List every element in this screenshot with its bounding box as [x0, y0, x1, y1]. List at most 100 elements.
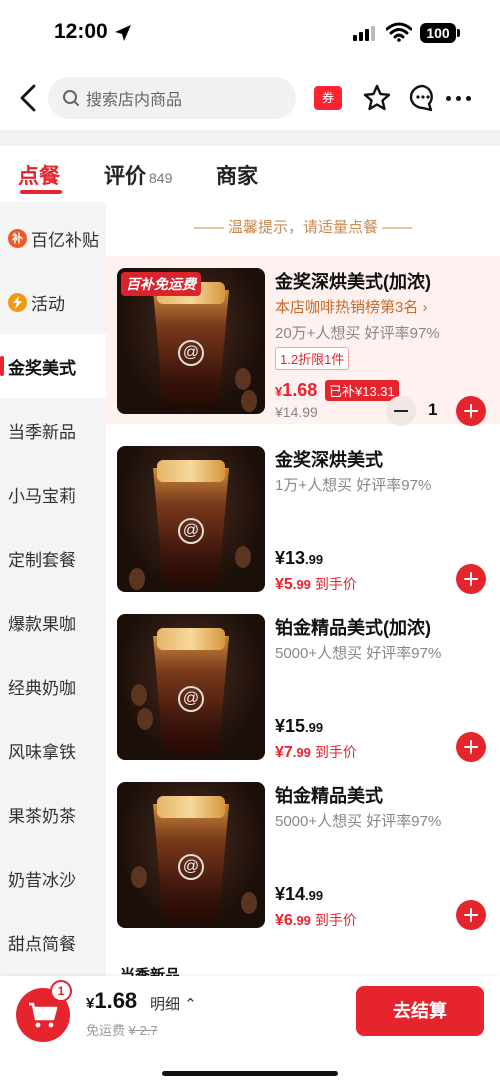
sidebar-item-label: 奶昔冰沙 — [8, 870, 76, 890]
coffee-bean-icon — [235, 546, 251, 568]
price-dec: .99 — [305, 888, 324, 903]
sidebar-item-gold-americano[interactable]: 金奖美式 — [0, 334, 106, 398]
status-time: 12:00 — [54, 20, 108, 43]
subsidy-tag: 已补¥13.31 — [325, 380, 399, 401]
coupon-icon[interactable]: 券 — [314, 86, 342, 110]
category-sidebar: 补 百亿补贴 活动 金奖美式 当季新品 小马宝莉 定制套餐 爆款果咖 经典奶咖 … — [0, 202, 106, 976]
shopping-cart-icon — [29, 1002, 58, 1028]
tab-reviews[interactable]: 评价 849 — [104, 160, 172, 190]
product-card[interactable]: @ 铂金精品美式(加浓) 5000+人想买 好评率97% ¥15.99 ¥7.9… — [106, 602, 500, 770]
product-image: @ — [117, 614, 265, 760]
sidebar-item-label: 百亿补贴 — [31, 230, 99, 250]
top-nav: 搜索店内商品 券 — [0, 66, 500, 130]
subsidy-badge-icon: 补 — [8, 228, 27, 248]
final-price-int: ¥5 — [275, 576, 293, 593]
final-price-dec: .99 — [292, 745, 311, 760]
product-card[interactable]: @ 百补免运费 金奖深烘美式(加浓) 本店咖啡热销榜第3名 › 20万+人想买 … — [106, 256, 500, 426]
sidebar-item-label: 小马宝莉 — [8, 486, 76, 506]
total-value: 1.68 — [94, 988, 138, 1013]
final-price-suffix: 到手价 — [314, 744, 357, 760]
add-to-cart-button[interactable] — [456, 564, 486, 594]
product-stats: 20万+人想买 好评率97% — [275, 325, 440, 342]
sidebar-item-label: 当季新品 — [8, 422, 76, 442]
sidebar-item-label: 爆款果咖 — [8, 614, 76, 634]
tab-merchant[interactable]: 商家 — [216, 160, 258, 190]
search-placeholder: 搜索店内商品 — [86, 92, 183, 109]
product-image: @ — [117, 446, 265, 592]
sidebar-item-smoothie[interactable]: 奶昔冰沙 — [0, 846, 106, 910]
price-detail-link[interactable]: 明细 ⌃ — [150, 993, 197, 1014]
coffee-bean-icon — [241, 390, 257, 412]
sidebar-item-milk-coffee[interactable]: 经典奶咖 — [0, 654, 106, 718]
sidebar-item-activity[interactable]: 活动 — [0, 270, 106, 334]
sidebar-item-seasonal[interactable]: 当季新品 — [0, 398, 106, 462]
star-icon[interactable] — [362, 83, 392, 113]
tab-order-label: 点餐 — [18, 165, 60, 188]
price-int: ¥14 — [275, 884, 306, 904]
tab-merchant-label: 商家 — [216, 165, 258, 188]
coffee-bean-icon — [235, 368, 251, 390]
final-price: ¥5.99 到手价 — [275, 574, 357, 594]
original-price: ¥14.99 — [275, 404, 318, 420]
final-price: ¥7.99 到手价 — [275, 742, 357, 762]
cart-total: ¥1.68 — [86, 988, 137, 1014]
cart-count-badge: 1 — [50, 980, 72, 1002]
sidebar-item-fruit-tea[interactable]: 果茶奶茶 — [0, 782, 106, 846]
product-stats: 1万+人想买 好评率97% — [275, 477, 432, 494]
sidebar-item-dessert[interactable]: 甜点简餐 — [0, 910, 106, 974]
sidebar-item-flavor-latte[interactable]: 风味拿铁 — [0, 718, 106, 782]
tab-order[interactable]: 点餐 — [18, 160, 60, 190]
lightning-icon — [8, 292, 27, 312]
final-price-dec: .99 — [292, 577, 311, 592]
status-bar: 12:00 100 — [0, 0, 500, 66]
product-rank[interactable]: 本店咖啡热销榜第3名 › — [275, 296, 428, 317]
sidebar-item-fruit-coffee[interactable]: 爆款果咖 — [0, 590, 106, 654]
signal-icon — [353, 26, 375, 41]
sidebar-item-label: 经典奶咖 — [8, 678, 76, 698]
fee-original: ¥ 2.7 — [128, 1023, 158, 1038]
product-card[interactable]: @ 金奖深烘美式 1万+人想买 好评率97% ¥13.99 ¥5.99 到手价 — [106, 434, 500, 602]
product-name: 金奖深烘美式(加浓) — [275, 272, 431, 292]
sidebar-item-label: 活动 — [31, 294, 65, 314]
customer-service-icon[interactable] — [408, 83, 438, 113]
add-to-cart-button[interactable] — [456, 900, 486, 930]
sidebar-item-my-little-pony[interactable]: 小马宝莉 — [0, 462, 106, 526]
home-indicator — [162, 1071, 338, 1076]
decrease-quantity-button[interactable] — [386, 396, 416, 426]
coffee-bean-icon — [137, 708, 153, 730]
order-hint: —— 温馨提示，请适量点餐 —— — [193, 219, 413, 236]
product-stats: 5000+人想买 好评率97% — [275, 813, 442, 830]
battery-indicator: 100 — [420, 23, 460, 43]
add-to-cart-button[interactable] — [456, 732, 486, 762]
tab-underline — [20, 190, 62, 194]
review-count: 849 — [149, 170, 173, 186]
checkout-button[interactable]: 去结算 — [356, 986, 484, 1036]
price-value: 1.68 — [282, 380, 318, 400]
sidebar-item-label: 风味拿铁 — [8, 742, 76, 762]
quantity-value: 1 — [428, 400, 438, 419]
sidebar-item-custom-set[interactable]: 定制套餐 — [0, 526, 106, 590]
wifi-icon — [386, 22, 412, 42]
price-int: ¥13 — [275, 548, 306, 568]
product-name: 铂金精品美式(加浓) — [275, 618, 431, 638]
cup-ice — [157, 796, 225, 818]
price-dec: .99 — [305, 552, 324, 567]
final-price-int: ¥7 — [275, 744, 293, 761]
coffee-bean-icon — [131, 866, 147, 888]
sidebar-item-label: 定制套餐 — [8, 550, 76, 570]
product-name: 金奖深烘美式 — [275, 450, 383, 470]
search-input[interactable]: 搜索店内商品 — [48, 77, 296, 119]
add-to-cart-button[interactable] — [456, 396, 486, 426]
final-price-suffix: 到手价 — [314, 576, 357, 592]
sidebar-item-billion-subsidy[interactable]: 补 百亿补贴 — [0, 206, 106, 270]
brand-logo-icon: @ — [178, 686, 204, 712]
product-price: ¥13.99 — [275, 548, 323, 569]
back-icon[interactable] — [14, 82, 44, 114]
product-card[interactable]: @ 铂金精品美式 5000+人想买 好评率97% ¥14.99 ¥6.99 到手价 — [106, 770, 500, 938]
more-icon[interactable] — [446, 96, 471, 101]
final-price-int: ¥6 — [275, 912, 293, 929]
final-price-dec: .99 — [292, 913, 311, 928]
final-price-suffix: 到手价 — [314, 912, 357, 928]
cup-ice — [157, 460, 225, 482]
sidebar-item-label: 金奖美式 — [8, 358, 76, 378]
